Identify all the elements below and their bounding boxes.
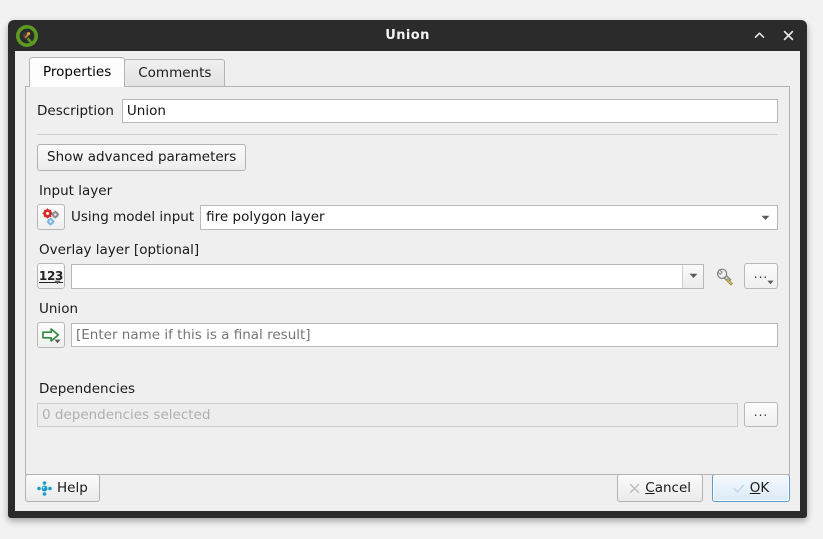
output-label: Union [39, 301, 79, 317]
parameters-scroll-area[interactable]: Description Show advanced parameters Inp… [26, 87, 789, 474]
close-icon [783, 30, 793, 41]
model-input-gears-icon [42, 207, 60, 226]
overlay-layer-value [72, 265, 682, 288]
ok-rest: K [760, 480, 770, 496]
input-layer-value: fire polygon layer [206, 209, 325, 225]
tab-properties-label: Properties [43, 64, 112, 80]
dependencies-label: Dependencies [39, 381, 136, 397]
dependencies-value: 0 dependencies selected [37, 402, 738, 427]
description-row: Description [37, 99, 778, 123]
title-bar[interactable]: Union [15, 20, 800, 51]
window-title: Union [385, 28, 430, 43]
shade-button[interactable] [751, 28, 767, 44]
advanced-row: Show advanced parameters [37, 144, 778, 171]
show-advanced-parameters-button[interactable]: Show advanced parameters [37, 144, 247, 171]
input-layer-row: Using model input fire polygon layer [37, 204, 778, 230]
close-button[interactable] [780, 28, 796, 44]
input-layer-prefix-label: Using model input [71, 209, 195, 225]
chevron-down-icon [54, 339, 61, 344]
cancel-rest: ancel [654, 480, 691, 496]
chevron-down-icon [767, 280, 774, 285]
overlay-layer-label: Overlay layer [optional] [39, 242, 200, 258]
tab-comments[interactable]: Comments [124, 59, 226, 87]
input-layer-combo[interactable]: fire polygon layer [200, 204, 778, 230]
ok-mnemonic: O [749, 480, 761, 496]
overlay-layer-row: 123 ... [37, 263, 778, 289]
input-layer-value-type-button[interactable] [37, 204, 65, 230]
wrench-icon [716, 268, 733, 286]
dependencies-browse-button[interactable]: ... [744, 402, 778, 427]
overlay-layer-dropdown-button[interactable] [682, 264, 703, 288]
description-input[interactable] [121, 99, 778, 123]
dependencies-browse-label: ... [753, 405, 769, 419]
help-icon [37, 480, 52, 496]
ok-button[interactable]: OK [712, 474, 790, 502]
overlay-layer-combo[interactable] [71, 263, 704, 289]
ok-button-label: OK [750, 480, 770, 496]
chevron-up-icon [754, 32, 764, 38]
help-button-label: Help [57, 480, 88, 496]
help-button[interactable]: Help [25, 474, 100, 502]
dependencies-row: 0 dependencies selected ... [37, 402, 778, 427]
chevron-down-icon [761, 215, 770, 220]
cancel-x-icon [630, 483, 640, 493]
description-label: Description [37, 103, 114, 119]
tab-comments-label: Comments [138, 65, 212, 81]
overlay-layer-expression-button[interactable] [710, 263, 738, 289]
union-dialog-window: Union Properties Comments Description Un… [8, 20, 807, 518]
overlay-layer-value-type-button[interactable]: 123 [37, 263, 65, 289]
overlay-layer-browse-button[interactable]: ... [744, 263, 778, 289]
output-row [37, 322, 778, 348]
properties-panel: Description Show advanced parameters Inp… [25, 86, 790, 475]
output-name-input[interactable] [71, 323, 778, 347]
window-controls [751, 28, 796, 44]
tab-bar: Properties Comments [25, 57, 790, 87]
section-divider [37, 134, 778, 135]
qgis-logo-icon [16, 24, 38, 47]
input-layer-label: Input layer [39, 183, 113, 199]
chevron-down-icon [689, 273, 697, 278]
dialog-button-bar: Help Cancel OK [25, 474, 790, 502]
ok-check-icon [733, 483, 745, 493]
output-destination-button[interactable] [37, 322, 65, 348]
cancel-mnemonic: C [645, 480, 655, 496]
dialog-client-area: Properties Comments Description Show adv… [15, 51, 800, 511]
tab-properties[interactable]: Properties [29, 57, 126, 87]
chevron-down-icon [54, 280, 61, 285]
cancel-button[interactable]: Cancel [617, 474, 703, 502]
cancel-button-label: Cancel [645, 480, 691, 496]
